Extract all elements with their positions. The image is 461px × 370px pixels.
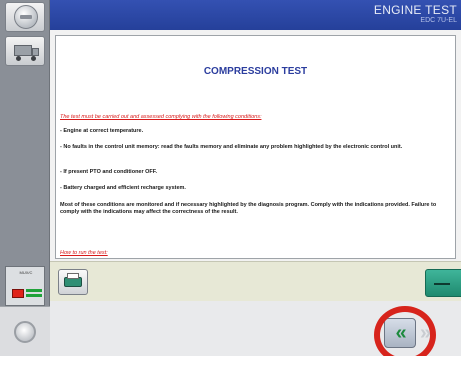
connection-status: MUX/C bbox=[5, 266, 45, 306]
condition-item: - Engine at correct temperature. bbox=[60, 128, 144, 134]
instruction-document: COMPRESSION TEST The test must be carrie… bbox=[55, 35, 456, 259]
status-indicator-green-top bbox=[26, 289, 42, 292]
app-window: MUX/C ENGINE TEST EDC 7U-EL COMPRESSION … bbox=[0, 0, 461, 370]
left-sidebar: MUX/C bbox=[0, 0, 50, 352]
home-button[interactable] bbox=[5, 2, 45, 32]
page-title: ENGINE TEST bbox=[373, 3, 457, 17]
bottom-left-panel bbox=[0, 306, 50, 356]
condition-item: - No faults in the control unit memory: … bbox=[60, 144, 403, 150]
print-button[interactable] bbox=[58, 269, 88, 295]
home-icon bbox=[14, 5, 38, 29]
status-indicator-green bbox=[26, 294, 42, 297]
page-subtitle: EDC 7U-EL bbox=[420, 17, 457, 24]
how-to-run-link: How to run the test: bbox=[60, 250, 108, 256]
bottom-edge bbox=[0, 356, 461, 370]
conditions-warning: The test must be carried out and assesse… bbox=[60, 114, 262, 120]
status-indicator-red bbox=[12, 289, 24, 298]
condition-item: - Battery charged and efficient recharge… bbox=[60, 185, 186, 191]
continue-button[interactable] bbox=[425, 269, 461, 297]
condition-item: - If present PTO and conditioner OFF. bbox=[60, 169, 158, 175]
vehicle-button[interactable] bbox=[5, 36, 45, 66]
status-label: MUX/C bbox=[19, 270, 33, 275]
monitoring-note: Most of these conditions are monitored a… bbox=[60, 202, 437, 215]
document-toolbar bbox=[50, 261, 461, 301]
dial-icon[interactable] bbox=[14, 321, 36, 343]
document-title: COMPRESSION TEST bbox=[203, 66, 308, 77]
title-bar: ENGINE TEST EDC 7U-EL bbox=[50, 0, 461, 30]
